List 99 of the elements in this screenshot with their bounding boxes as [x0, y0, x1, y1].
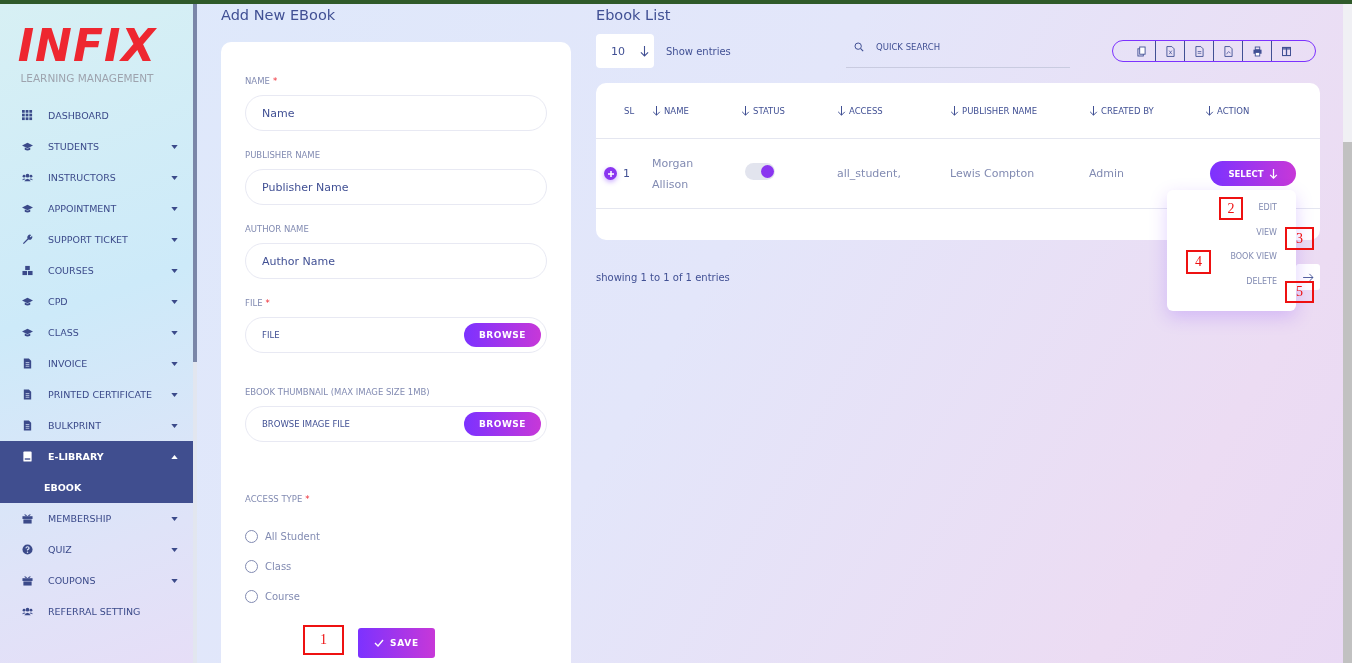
users-icon [22, 606, 33, 617]
sidebar-item[interactable]: PRINTED CERTIFICATE [0, 379, 193, 410]
save-button[interactable]: SAVE [358, 628, 435, 658]
copy-icon [1136, 45, 1146, 57]
column-header[interactable]: SL [596, 83, 652, 138]
section-title: Ebook List [596, 7, 672, 25]
entries-info: showing 1 to 1 of 1 entries [596, 271, 730, 283]
sidebar-item[interactable]: E-LIBRARY [0, 441, 193, 472]
browse-button[interactable]: BROWSE [464, 412, 541, 436]
scrollbar-thumb[interactable] [1343, 142, 1352, 663]
menu-item[interactable]: VIEW [1256, 226, 1277, 239]
document-icon [22, 358, 33, 369]
pdf-file-icon [1223, 45, 1233, 57]
table-cell: Lewis Compton [950, 167, 1035, 180]
logo-wordmark: INFIX [17, 24, 157, 68]
graduation-cap-icon [22, 203, 33, 214]
columns-icon [1282, 45, 1291, 57]
column-header[interactable]: NAME [652, 83, 741, 138]
sort-arrow-icon [1205, 105, 1214, 116]
logo-tagline: LEARNING MANAGEMENT [20, 72, 154, 84]
status-toggle[interactable] [745, 163, 775, 180]
column-header[interactable]: ACTION [1205, 83, 1320, 138]
menu-item[interactable]: EDIT [1258, 202, 1277, 214]
graduation-cap-icon [22, 141, 33, 152]
input-field[interactable]: Publisher Name [245, 169, 547, 205]
excel-file-icon [1165, 45, 1175, 57]
column-header[interactable]: ACCESS [837, 83, 950, 138]
graduation-cap-icon [22, 327, 33, 338]
table-cell: 1 [623, 167, 630, 180]
question-icon [22, 544, 33, 555]
radio-label: All Student [265, 530, 320, 542]
menu-item[interactable]: DELETE [1246, 275, 1277, 288]
annotation-marker: 1 [303, 625, 344, 655]
sort-arrow-icon [741, 105, 750, 116]
sidebar-item[interactable]: COUPONS [0, 565, 193, 596]
arrow-down-icon [1268, 168, 1278, 179]
field-label: ACCESS TYPE * [245, 494, 311, 504]
annotation-marker: 5 [1285, 281, 1314, 303]
sidebar-item[interactable]: MEMBERSHIP [0, 503, 193, 534]
sort-arrow-icon [837, 105, 846, 116]
field-label: NAME * [245, 76, 279, 86]
sort-arrow-icon [1089, 105, 1098, 116]
arrow-right-icon [1302, 272, 1314, 282]
sidebar-item[interactable]: SUPPORT TICKET [0, 224, 193, 255]
table-cell-text: Morgan Allison [652, 155, 695, 193]
sidebar-item[interactable]: INSTRUCTORS [0, 162, 193, 193]
column-header[interactable]: CREATED BY [1089, 83, 1205, 138]
check-icon [373, 639, 384, 647]
field-label: AUTHOR NAME [245, 224, 310, 234]
document-icon [22, 389, 33, 400]
document-icon [22, 420, 33, 431]
sort-arrow-icon [950, 105, 959, 116]
menu-item[interactable]: BOOK VIEW [1230, 251, 1277, 263]
sidebar-item[interactable]: BULKPRINT [0, 410, 193, 441]
users-icon [22, 172, 33, 183]
annotation-marker: 3 [1285, 227, 1314, 250]
sidebar-item[interactable]: COURSES [0, 255, 193, 286]
sidebar-item[interactable]: CLASS [0, 317, 193, 348]
column-header[interactable]: PUBLISHER NAME [950, 83, 1089, 138]
table-cell: Admin [1089, 167, 1125, 180]
gift-icon [22, 575, 33, 586]
graduation-cap-icon [22, 296, 33, 307]
arrow-down-icon [640, 45, 649, 57]
annotation-marker: 2 [1219, 197, 1243, 220]
file-icon [1194, 45, 1204, 57]
sidebar-item[interactable]: STUDENTS [0, 131, 193, 162]
annotation-marker: 4 [1186, 250, 1211, 274]
sidebar-item[interactable]: CPD [0, 286, 193, 317]
table-cell: all_student, [837, 167, 901, 180]
field-label: PUBLISHER NAME [245, 150, 322, 160]
sidebar-subitem[interactable]: EBOOK [0, 472, 193, 503]
wrench-icon [22, 234, 33, 245]
sidebar-item[interactable]: QUIZ [0, 534, 193, 565]
expand-row-icon[interactable] [604, 167, 617, 180]
book-icon [22, 451, 33, 462]
search-field[interactable]: QUICK SEARCH [846, 34, 1070, 68]
browse-button[interactable]: BROWSE [464, 323, 541, 347]
column-header[interactable]: STATUS [741, 83, 837, 138]
radio-label: Class [265, 560, 292, 572]
gift-icon [22, 513, 33, 524]
sort-arrow-icon [652, 105, 661, 116]
radio-label: Course [265, 590, 300, 602]
sidebar-item[interactable]: INVOICE [0, 348, 193, 379]
sidebar-item[interactable]: DASHBOARD [0, 100, 193, 131]
section-title: Add New EBook [221, 7, 337, 25]
page-size-select[interactable]: 10 [596, 34, 654, 68]
field-label: EBOOK THUMBNAIL (MAX IMAGE SIZE 1MB) [245, 387, 431, 397]
field-label: FILE * [245, 298, 271, 308]
sidebar-item[interactable]: REFERRAL SETTING [0, 596, 193, 627]
print-icon [1252, 45, 1262, 57]
input-field[interactable]: Author Name [245, 243, 547, 279]
select-button[interactable]: SELECT [1210, 161, 1296, 186]
blocks-icon [22, 265, 33, 276]
sidebar-item[interactable]: APPOINTMENT [0, 193, 193, 224]
scrollbar-thumb[interactable] [193, 4, 197, 362]
input-field[interactable]: Name [245, 95, 547, 131]
search-icon [854, 42, 864, 52]
show-entries-label: Show entries [666, 45, 732, 57]
grid-icon [22, 110, 33, 121]
